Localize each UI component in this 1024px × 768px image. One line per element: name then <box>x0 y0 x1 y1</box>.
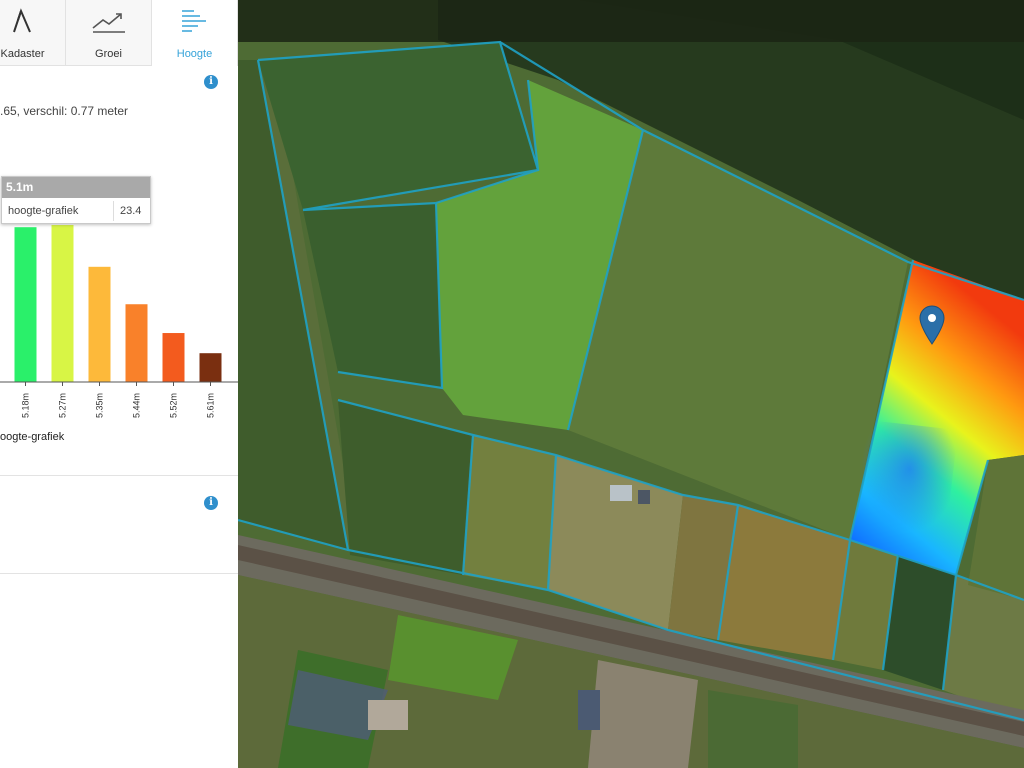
x-tick-label: 5.18m <box>21 393 31 418</box>
histogram-bar[interactable] <box>14 227 37 382</box>
histogram-bar[interactable] <box>51 225 74 382</box>
histogram-bar[interactable] <box>125 304 148 382</box>
tab-groei[interactable]: Groei <box>66 0 152 66</box>
x-tick-label: 5.35m <box>95 393 105 418</box>
chart-tooltip: 5.1m hoogte-grafiek 23.4 <box>1 176 151 224</box>
info-icon[interactable]: i <box>204 496 218 510</box>
tooltip-title: 5.1m <box>2 177 150 198</box>
x-tick-label: 5.61m <box>206 393 216 418</box>
histogram-bar[interactable] <box>88 266 111 382</box>
tab-kadaster[interactable]: Kadaster <box>0 0 66 66</box>
tab-bar: Kadaster Groei Hoogte <box>0 0 238 66</box>
tooltip-series-name: hoogte-grafiek <box>8 205 79 217</box>
histogram-bar[interactable] <box>162 333 185 382</box>
tab-hoogte[interactable]: Hoogte <box>152 0 238 66</box>
tooltip-separator <box>113 201 114 221</box>
height-lines-icon <box>182 10 206 32</box>
tab-groei-label: Groei <box>95 48 122 60</box>
x-tick-label: 5.27m <box>58 393 68 418</box>
section-divider <box>0 475 238 476</box>
field-parcel <box>463 435 556 590</box>
height-summary: .65, verschil: 0.77 meter <box>0 104 129 118</box>
satellite-map[interactable] <box>238 0 1024 768</box>
histogram-bar[interactable] <box>199 353 222 382</box>
kadaster-icon <box>13 8 31 33</box>
tab-kadaster-label: Kadaster <box>0 48 45 60</box>
section-divider <box>0 573 238 574</box>
map-canvas[interactable] <box>238 0 1024 768</box>
side-panel: Kadaster Groei Hoogte i .65, verschil: 0… <box>0 0 239 768</box>
tab-hoogte-label: Hoogte <box>176 48 213 60</box>
x-tick-label: 5.52m <box>169 393 179 418</box>
x-tick-label: 5.44m <box>132 393 142 418</box>
growth-chart-icon <box>92 13 125 33</box>
chart-legend[interactable]: oogte-grafiek <box>0 431 64 443</box>
info-icon[interactable]: i <box>204 75 218 89</box>
tooltip-value: 23.4 <box>120 205 142 217</box>
